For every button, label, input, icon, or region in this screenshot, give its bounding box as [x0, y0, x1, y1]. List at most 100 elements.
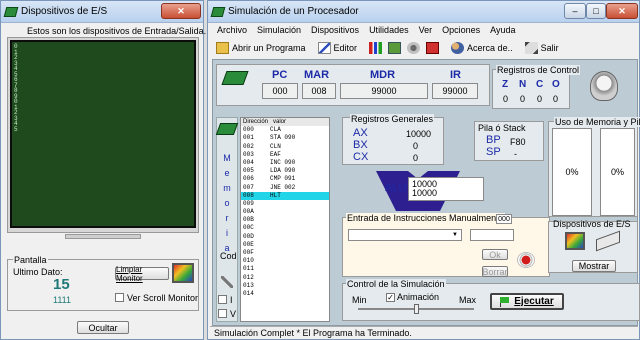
memory-row[interactable]: 004 INC 090	[241, 159, 329, 167]
limpiar-monitor-button[interactable]: Limpiar Monitor	[115, 265, 169, 283]
memory-row-address: 009	[243, 199, 254, 207]
menu-opciones[interactable]: Opciones	[437, 25, 485, 37]
manual-entry-panel	[342, 217, 550, 277]
memory-row-address: 00A	[243, 208, 254, 216]
monitor-small-icon[interactable]	[172, 263, 194, 283]
main-close-button[interactable]: ✕	[606, 3, 638, 19]
memory-row[interactable]: 00C	[241, 224, 329, 232]
mar-label: MAR	[304, 69, 330, 81]
menu-ver[interactable]: Ver	[414, 25, 438, 37]
tool3-button[interactable]	[407, 42, 421, 54]
monitor-stand	[65, 234, 141, 239]
memory-row[interactable]: 012	[241, 274, 329, 282]
memory-row[interactable]: 008 HLT	[241, 191, 329, 200]
memory-row[interactable]: 005 LDA 090	[241, 167, 329, 175]
memory-row[interactable]: 00F	[241, 249, 329, 257]
ok-button[interactable]: Ok	[482, 249, 508, 260]
memory-row[interactable]: 00A	[241, 208, 329, 216]
address-input[interactable]: 000	[496, 214, 512, 224]
menu-simulacion[interactable]: Simulación	[252, 25, 306, 37]
ax-value: 10000	[406, 129, 432, 139]
tool4-button[interactable]	[426, 42, 440, 54]
toolbar: Abrir un Programa Editor Acerca de.. Sal…	[216, 40, 571, 56]
memory-letter: o	[224, 198, 230, 208]
memory-usage-title: Uso de Memoria y Pila	[554, 117, 640, 127]
pencil-icon	[317, 42, 331, 54]
monitor-icon[interactable]	[565, 232, 585, 250]
pc-label: PC	[272, 69, 288, 81]
v-checkbox[interactable]	[218, 309, 227, 320]
memory-row[interactable]: 00E	[241, 241, 329, 249]
animacion-checkbox[interactable]: ✓	[386, 292, 395, 302]
memory-row-value	[268, 224, 329, 232]
abrir-programa-button[interactable]: Abrir un Programa	[216, 42, 306, 54]
memory-row[interactable]: 003 EAF	[241, 151, 329, 159]
memory-row[interactable]: 010	[241, 257, 329, 265]
minimize-button[interactable]: –	[564, 3, 586, 19]
memory-row[interactable]: 009	[241, 200, 329, 208]
memory-row-address: 011	[243, 265, 254, 273]
instruction-select[interactable]: ▼	[348, 229, 462, 241]
io-devices-window: Dispositivos de E/S ✕ Estos son los disp…	[0, 0, 206, 340]
operand-input[interactable]	[470, 229, 514, 241]
memory-row-value: CLN	[270, 142, 281, 150]
general-registers-title: Registros Generales	[350, 114, 435, 124]
acerca-button[interactable]: Acerca de..	[451, 42, 513, 54]
flag-icon	[500, 296, 510, 307]
memory-row[interactable]: 014	[241, 290, 329, 298]
ocultar-button[interactable]: Ocultar	[77, 321, 129, 334]
memory-row[interactable]: 000 CLA	[241, 126, 329, 134]
ejecutar-button[interactable]: Ejecutar	[490, 293, 564, 310]
mostrar-button[interactable]: Mostrar	[572, 260, 616, 272]
memory-row[interactable]: 013	[241, 282, 329, 290]
memory-row-address: 00E	[243, 240, 254, 248]
chart-tool-button[interactable]	[369, 42, 383, 54]
io-window-close-button[interactable]: ✕	[161, 3, 201, 19]
tool2-button[interactable]	[388, 42, 402, 54]
memory-row[interactable]: 00B	[241, 216, 329, 224]
monitor-frame: 0123456789012345	[7, 37, 199, 233]
ir-value: 99000	[432, 83, 478, 99]
app-icon	[210, 6, 226, 17]
ver-scroll-checkbox[interactable]	[115, 293, 124, 304]
memory-table[interactable]: Dirección valor 000 CLA 001 STA 090 002 CLN 00…	[240, 117, 330, 322]
memory-row-value	[268, 265, 329, 273]
i-checkbox[interactable]	[218, 295, 227, 306]
memory-row[interactable]: 006 CMP 091	[241, 175, 329, 183]
binary-value: 1111	[53, 295, 72, 305]
salir-button[interactable]: Salir	[524, 42, 559, 54]
menu-dispositivos[interactable]: Dispositivos	[306, 25, 364, 37]
pantalla-label: Pantalla	[13, 255, 48, 265]
stack-title: Pila ó Stack	[478, 123, 526, 133]
memory-row-address: 006	[243, 175, 254, 183]
menu-archivo[interactable]: Archivo	[212, 25, 252, 37]
professor-icon[interactable]	[590, 71, 618, 101]
editor-button[interactable]: Editor	[317, 42, 357, 54]
maximize-button[interactable]: □	[586, 3, 606, 19]
ultimo-dato-value: 15	[53, 276, 70, 293]
memory-letter: m	[223, 183, 231, 193]
menu-utilidades[interactable]: Utilidades	[364, 25, 414, 37]
flag-z-value: 0	[503, 94, 509, 104]
mdr-label: MDR	[370, 69, 396, 81]
memory-table-header: Dirección valor	[241, 118, 329, 127]
memory-row[interactable]: 001 STA 090	[241, 134, 329, 142]
memory-row-value	[268, 200, 329, 208]
record-icon[interactable]	[517, 252, 535, 268]
memory-row[interactable]: 007 JNE 002	[241, 184, 329, 192]
flag-c-label: C	[536, 79, 544, 90]
memory-row[interactable]: 011	[241, 265, 329, 273]
menu-ayuda[interactable]: Ayuda	[485, 25, 520, 37]
menu-bar: Archivo Simulación Dispositivos Utilidad…	[212, 25, 521, 37]
memory-row[interactable]: 00D	[241, 233, 329, 241]
memory-rows: 000 CLA 001 STA 090 002 CLN 003 EAF 004 INC 090 00…	[241, 126, 329, 298]
memory-row-address: 010	[243, 257, 254, 265]
speed-slider-thumb[interactable]	[414, 304, 419, 314]
memory-letter: r	[225, 213, 229, 223]
borrar-button[interactable]: Borrar	[482, 266, 508, 277]
ejecutar-label: Ejecutar	[514, 296, 554, 307]
memory-row-address: 004	[243, 158, 254, 166]
wrench-icon[interactable]	[221, 276, 233, 288]
simulation-control-title: Control de la Simulación	[346, 279, 446, 289]
memory-row[interactable]: 002 CLN	[241, 143, 329, 151]
